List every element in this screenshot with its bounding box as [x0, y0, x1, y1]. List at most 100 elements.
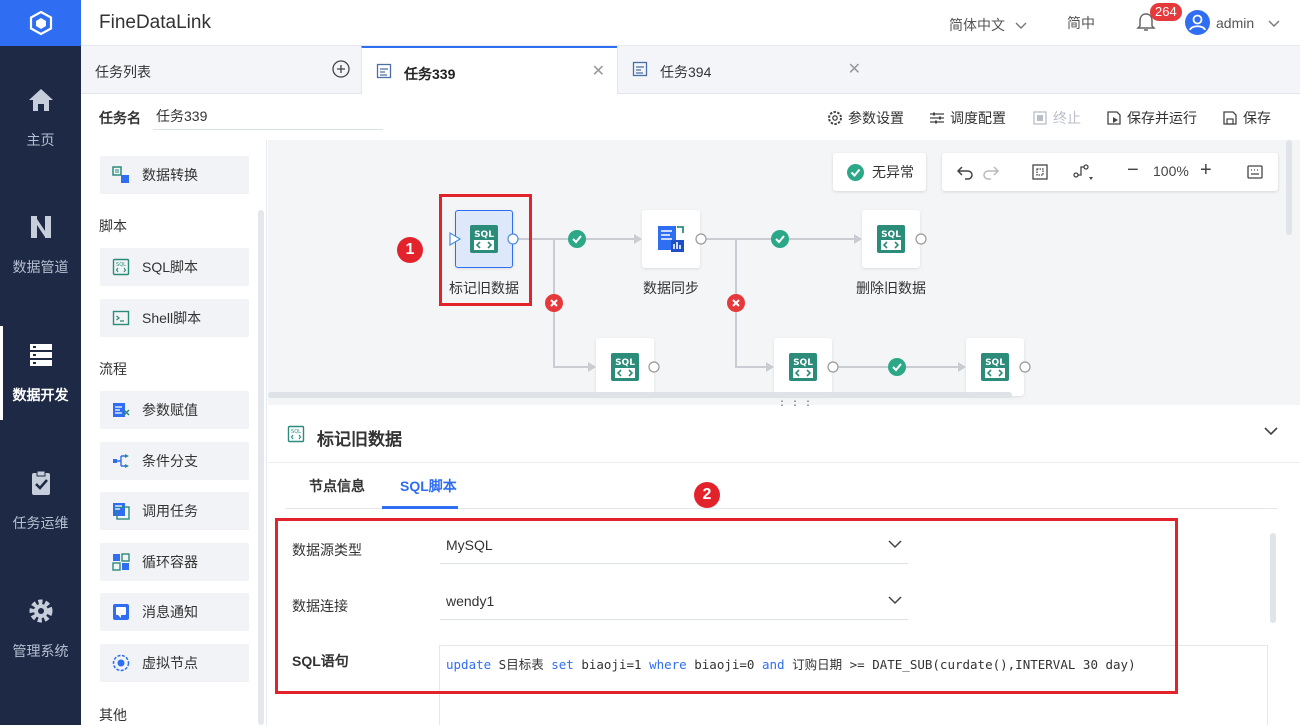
- layout-icon[interactable]: [1072, 163, 1094, 181]
- node-delete-old-data[interactable]: SQL: [862, 210, 920, 268]
- palette-item-loop[interactable]: 循环容器: [100, 543, 249, 581]
- nav-item-ops[interactable]: 任务运维: [0, 446, 81, 556]
- output-port-icon[interactable]: [695, 233, 707, 245]
- svg-text:SQL: SQL: [881, 230, 901, 240]
- tab-sql-script[interactable]: SQL脚本: [400, 476, 457, 496]
- sql-icon: SQL: [112, 258, 130, 276]
- schedule-label: 调度配置: [950, 110, 1006, 126]
- save-run-button[interactable]: 保存并运行: [1106, 108, 1197, 128]
- palette-scrollbar[interactable]: [258, 210, 264, 725]
- chevron-down-icon: [1268, 20, 1280, 27]
- output-port-icon[interactable]: [827, 361, 839, 373]
- tab-task339[interactable]: 任务339 ✕: [361, 46, 617, 94]
- palette-label: 调用任务: [142, 503, 198, 519]
- task-name-label: 任务名: [99, 110, 141, 126]
- status-label: 无异常: [872, 164, 914, 180]
- undo-icon[interactable]: [956, 164, 974, 180]
- sql-node-icon: SQL: [981, 353, 1009, 381]
- canvas-horizontal-scrollbar[interactable]: [268, 392, 1012, 398]
- save-run-icon: [1107, 111, 1121, 125]
- save-icon: [1223, 111, 1237, 125]
- stop-button[interactable]: 终止: [1032, 108, 1081, 128]
- schedule-button[interactable]: 调度配置: [929, 108, 1006, 128]
- tabs-bar: 任务列表 任务339 ✕ 任务394 ✕: [81, 46, 1300, 94]
- zoom-in-button[interactable]: +: [1200, 159, 1212, 182]
- workflow-canvas[interactable]: SQL 标记旧数据 数据同步 SQL 删除旧数据 SQL SQL SQL 无异常…: [268, 140, 1300, 405]
- detail-tabs: 节点信息 SQL脚本: [268, 463, 1300, 509]
- nav-item-pipeline[interactable]: 数据管道: [0, 190, 81, 300]
- stop-icon: [1033, 111, 1047, 125]
- zoom-out-button[interactable]: −: [1127, 159, 1139, 182]
- sql-node-icon: SQL: [789, 353, 817, 381]
- palette-label: 虚拟节点: [142, 655, 198, 671]
- redo-icon[interactable]: [982, 164, 1000, 180]
- canvas-vertical-scrollbar[interactable]: [1286, 140, 1292, 235]
- nav-label-ops: 任务运维: [12, 515, 69, 531]
- palette-item-sql[interactable]: SQL SQL脚本: [100, 248, 249, 286]
- node-data-sync[interactable]: [642, 210, 700, 268]
- palette-item-condition[interactable]: 条件分支: [100, 442, 249, 480]
- save-button[interactable]: 保存: [1222, 108, 1271, 128]
- zoom-level: 100%: [1153, 163, 1189, 179]
- tab-label: 任务394: [660, 64, 712, 80]
- detail-scrollbar[interactable]: [1270, 533, 1276, 623]
- dev-icon: [29, 344, 52, 366]
- palette-item-shell[interactable]: Shell脚本: [100, 299, 249, 337]
- task-list-label: 任务列表: [95, 64, 151, 80]
- nav-item-admin[interactable]: 管理系统: [0, 574, 81, 684]
- palette-label: 条件分支: [142, 453, 198, 469]
- tab-task-list[interactable]: 任务列表: [81, 46, 361, 94]
- palette-item-call-task[interactable]: 调用任务: [100, 492, 249, 530]
- close-icon[interactable]: ✕: [848, 59, 861, 79]
- output-port-icon[interactable]: [1019, 361, 1031, 373]
- virtual-node-icon: [112, 654, 130, 672]
- fit-view-icon[interactable]: [1032, 164, 1048, 180]
- node-branch-sql-3[interactable]: SQL: [966, 338, 1024, 396]
- palette-item-virtual[interactable]: 虚拟节点: [100, 644, 249, 682]
- nav-label-dev: 数据开发: [12, 387, 69, 403]
- nav-item-dev[interactable]: 数据开发: [0, 318, 81, 428]
- svg-text:SQL: SQL: [615, 358, 635, 368]
- palette-item-param-assign[interactable]: 参数赋值: [100, 391, 249, 429]
- close-icon[interactable]: ✕: [592, 61, 605, 81]
- user-menu[interactable]: admin: [1216, 15, 1280, 31]
- nav-item-home[interactable]: 主页: [0, 63, 81, 173]
- error-x-icon: [727, 294, 745, 312]
- sync-node-icon: [658, 226, 684, 252]
- success-check-icon: [568, 230, 586, 248]
- keyboard-icon[interactable]: [1247, 165, 1263, 179]
- call-task-icon: [113, 503, 130, 520]
- chevron-down-icon[interactable]: [1264, 426, 1278, 436]
- sql-icon: SQL: [287, 425, 305, 443]
- check-circle-icon: [847, 163, 864, 181]
- output-port-icon[interactable]: [915, 233, 927, 245]
- svg-text:SQL: SQL: [985, 358, 1005, 368]
- pipeline-icon: [30, 216, 51, 238]
- simplified-toggle[interactable]: 简中: [1067, 13, 1095, 33]
- validation-status[interactable]: 无异常: [833, 153, 926, 191]
- language-select[interactable]: 简体中文: [949, 15, 1027, 35]
- tab-task394[interactable]: 任务394 ✕: [617, 46, 873, 94]
- logo-icon: [29, 10, 52, 36]
- palette-item-transform[interactable]: 数据转换: [100, 156, 249, 194]
- highlight-box-node: [439, 194, 532, 306]
- param-assign-icon: [113, 403, 130, 417]
- palette-label: Shell脚本: [142, 310, 202, 326]
- output-port-icon[interactable]: [648, 361, 660, 373]
- palette-item-message[interactable]: 消息通知: [100, 593, 249, 631]
- svg-text:SQL: SQL: [291, 429, 301, 435]
- node-branch-sql-2[interactable]: SQL: [774, 338, 832, 396]
- app-logo[interactable]: [0, 0, 81, 46]
- add-circle-icon[interactable]: [332, 60, 350, 78]
- section-other: 其他: [99, 707, 127, 723]
- tab-node-info[interactable]: 节点信息: [309, 476, 365, 496]
- node-branch-sql-1[interactable]: SQL: [596, 338, 654, 396]
- params-button[interactable]: 参数设置: [827, 108, 904, 128]
- transform-icon: [112, 166, 129, 183]
- task-file-icon: [632, 61, 648, 77]
- task-name-input[interactable]: 任务339: [153, 104, 383, 130]
- avatar[interactable]: [1185, 10, 1210, 35]
- detail-header: SQL 标记旧数据: [268, 408, 1300, 463]
- stop-label: 终止: [1053, 110, 1081, 126]
- error-x-icon: [545, 294, 563, 312]
